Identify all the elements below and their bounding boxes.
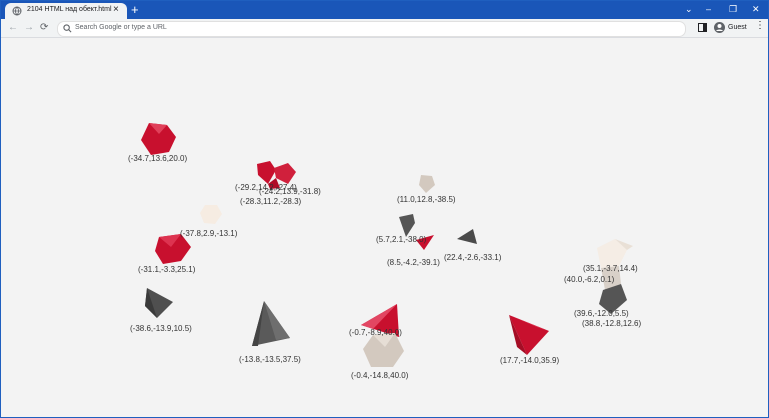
profile-avatar-icon[interactable] xyxy=(714,22,725,33)
coord-label: (39.6,-12.0,5.5) xyxy=(574,309,629,318)
beige-small-object xyxy=(419,175,435,193)
cream-small-object xyxy=(200,205,222,224)
red-pyramid-object-right xyxy=(509,315,549,355)
browser-window: 2104 HTML над обект.html × + ⌄ – ❐ ✕ ← →… xyxy=(0,0,769,418)
coord-label: (-0.4,-14.8,40.0) xyxy=(351,371,409,380)
browser-toolbar: ← → ⟳ Search Google or type a URL Guest … xyxy=(1,19,768,38)
coord-label: (40.0,-6.2,0.1) xyxy=(564,275,615,284)
restore-button[interactable]: ❐ xyxy=(729,3,737,15)
coord-label: (-24.2,13.9,-31.8) xyxy=(259,187,321,196)
coord-label: (11.0,12.8,-38.5) xyxy=(397,195,456,204)
gray-tetra-object xyxy=(252,301,290,346)
globe-icon xyxy=(12,6,22,16)
tab-search-chevron-icon[interactable]: ⌄ xyxy=(685,3,693,15)
coord-label: (5.7,2.1,-38.0) xyxy=(376,235,427,244)
gray-pyramid-object xyxy=(145,288,173,318)
address-bar[interactable]: Search Google or type a URL xyxy=(57,21,686,37)
coord-label: (-34.7,13.6,20.0) xyxy=(128,154,188,163)
coord-label: (22.4,-2.6,-33.1) xyxy=(444,253,502,262)
red-pentagon-object xyxy=(155,234,191,264)
coord-label: (-38.6,-13.9,10.5) xyxy=(130,324,192,333)
coord-label: (8.5,-4.2,-39.1) xyxy=(387,258,440,267)
coord-label: (-13.8,-13.5,37.5) xyxy=(239,355,301,364)
coord-label: (-37.8,2.9,-13.1) xyxy=(180,229,238,238)
close-window-button[interactable]: ✕ xyxy=(752,3,760,15)
gray-tiny-object xyxy=(457,229,477,244)
menu-kebab-icon[interactable]: ⋮ xyxy=(755,20,765,31)
red-hexagon-object xyxy=(141,123,176,155)
minimize-button[interactable]: – xyxy=(706,3,711,15)
tab-title: 2104 HTML над обект.html xyxy=(27,6,112,13)
address-placeholder: Search Google or type a URL xyxy=(75,24,167,31)
3d-scene-viewport[interactable]: (-34.7,13.6,20.0) (-29.2,14.2,-27.4) (-2… xyxy=(1,38,768,417)
browser-tab[interactable]: 2104 HTML над обект.html × xyxy=(5,3,127,19)
coord-label: (38.8,-12.8,12.6) xyxy=(582,319,642,328)
coord-label: (-0.7,-8.9,40.0) xyxy=(349,328,402,337)
forward-icon[interactable]: → xyxy=(24,21,34,34)
coord-label: (-31.1,-3.3,25.1) xyxy=(138,265,196,274)
title-bar: 2104 HTML над обект.html × + ⌄ – ❐ ✕ xyxy=(1,1,768,19)
coord-label: (17.7,-14.0,35.9) xyxy=(500,356,560,365)
coord-label: (35.1,-3.7,14.4) xyxy=(583,264,638,273)
coord-label: (-28.3,11.2,-28.3) xyxy=(240,197,302,206)
profile-label: Guest xyxy=(728,24,747,31)
back-icon[interactable]: ← xyxy=(8,21,18,34)
new-tab-button[interactable]: + xyxy=(131,3,139,17)
side-panel-icon[interactable] xyxy=(698,23,707,32)
search-icon xyxy=(63,24,72,33)
reload-icon[interactable]: ⟳ xyxy=(40,21,48,34)
close-tab-icon[interactable]: × xyxy=(113,4,119,16)
